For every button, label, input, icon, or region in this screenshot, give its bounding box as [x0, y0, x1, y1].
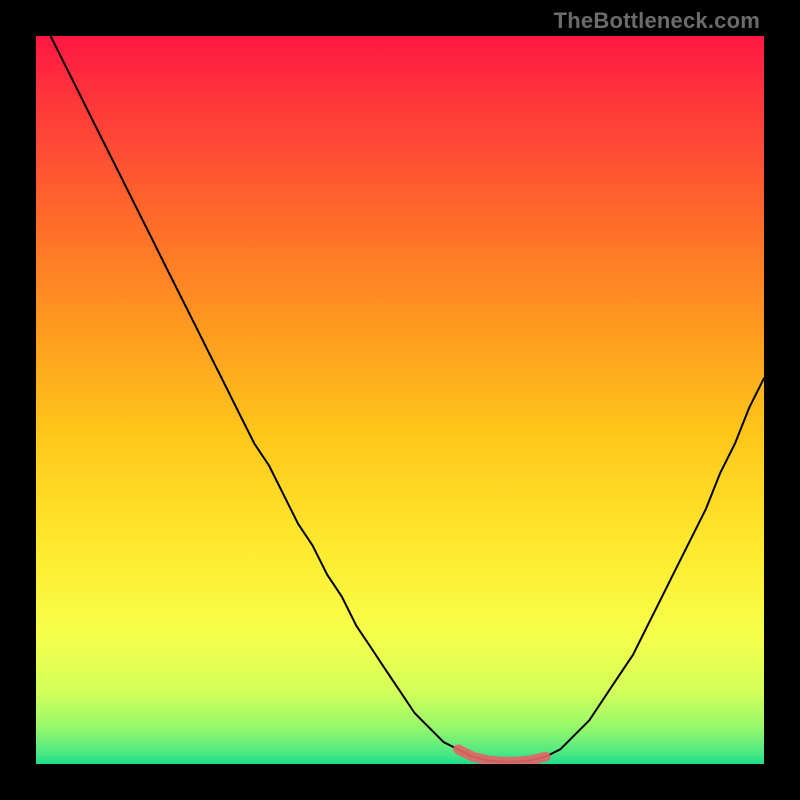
chart-frame: TheBottleneck.com — [0, 0, 800, 800]
optimal-band-highlight — [458, 749, 545, 761]
bottleneck-curve — [36, 36, 764, 764]
plot-area — [36, 36, 764, 764]
watermark-text: TheBottleneck.com — [554, 8, 760, 34]
curve-path — [51, 36, 764, 762]
